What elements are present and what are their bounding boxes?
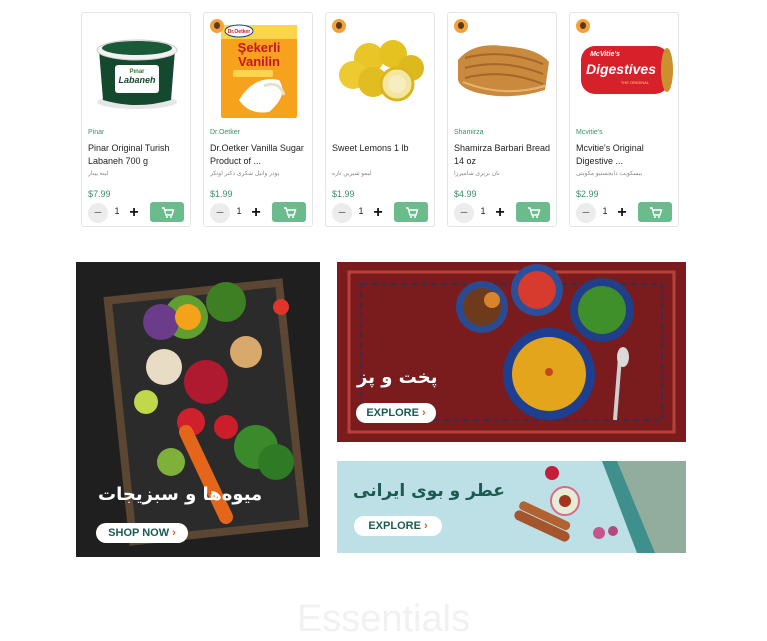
cart-icon	[162, 207, 175, 218]
digestive-image-sub: THE ORIGINAL	[621, 80, 650, 85]
plus-icon[interactable]: +	[368, 203, 388, 223]
plus-icon[interactable]: +	[124, 203, 144, 223]
quantity-value: 1	[480, 206, 486, 216]
quantity-value: 1	[602, 206, 608, 216]
minus-icon[interactable]: −	[210, 203, 230, 223]
digestive-image-label: Digestives	[586, 61, 656, 77]
cart-icon	[406, 207, 419, 218]
product-price: $7.99	[88, 189, 111, 199]
plus-icon[interactable]: +	[246, 203, 266, 223]
product-brand[interactable]: Pinar	[88, 129, 104, 136]
quantity-value: 1	[358, 206, 364, 216]
product-name-fa: نان بربری شامیرزا	[454, 171, 500, 177]
add-to-cart-button[interactable]	[394, 202, 428, 222]
product-image-digestive[interactable]: McVitie's Digestives THE ORIGINAL	[575, 20, 675, 120]
product-image-vanilla-sugar[interactable]: Dr.Oetker Şekerli Vanilin	[209, 20, 309, 120]
explore-button-spices[interactable]: EXPLORE ›	[354, 516, 442, 536]
product-name[interactable]: Dr.Oetker Vanilla Sugar Product of ...	[210, 142, 310, 168]
vendor-avatar	[576, 19, 590, 33]
labaneh-image-text: Labaneh	[118, 75, 156, 85]
add-to-cart-button[interactable]	[516, 202, 550, 222]
shop-now-label: SHOP NOW	[108, 527, 170, 539]
product-price: $1.99	[332, 189, 355, 199]
section-heading-essentials: Essentials	[296, 598, 471, 640]
product-price: $1.99	[210, 189, 233, 199]
product-name[interactable]: Sweet Lemons 1 lb	[332, 142, 432, 168]
product-price: $4.99	[454, 189, 477, 199]
banner-cooking-title: پخت و پز	[357, 367, 438, 388]
add-to-cart-button[interactable]	[272, 202, 306, 222]
product-image-labaneh[interactable]: Labaneh Pınar	[87, 20, 187, 120]
minus-icon[interactable]: −	[454, 203, 474, 223]
product-image-sweet-lemons[interactable]	[331, 20, 431, 120]
quantity-value: 1	[236, 206, 242, 216]
banner-spices[interactable]: عطر و بوی ایرانی EXPLORE ›	[337, 461, 686, 553]
banner-fruits-title: میوه‌ها و سبزیجات	[98, 484, 263, 505]
banner-cooking[interactable]: پخت و پز EXPLORE ›	[337, 262, 686, 442]
product-name-fa: بیسکویت دایجستیو مکویتی	[576, 171, 643, 177]
product-price: $2.99	[576, 189, 599, 199]
product-card[interactable]: Sweet Lemons 1 lb لیمو شیرین تازه $1.99 …	[325, 12, 435, 227]
vendor-avatar	[332, 19, 346, 33]
cart-icon	[528, 207, 541, 218]
product-name-fa: لیمو شیرین تازه	[332, 171, 372, 177]
banner-fruits-vegetables[interactable]: میوه‌ها و سبزیجات SHOP NOW ›	[76, 262, 320, 557]
add-to-cart-button[interactable]	[638, 202, 672, 222]
chevron-right-icon: ›	[423, 520, 428, 532]
minus-icon[interactable]: −	[576, 203, 596, 223]
add-to-cart-button[interactable]	[150, 202, 184, 222]
product-card[interactable]: McVitie's Digestives THE ORIGINAL Mcviti…	[569, 12, 679, 227]
product-name-fa: لبنه پینار	[88, 171, 109, 177]
chevron-right-icon: ›	[421, 407, 426, 419]
product-card[interactable]: Labaneh Pınar Pinar Pinar Original Turis…	[81, 12, 191, 227]
product-card[interactable]: Dr.Oetker Şekerli Vanilin Dr.Oetker Dr.O…	[203, 12, 313, 227]
product-name[interactable]: Mcvitie's Original Digestive ...	[576, 142, 676, 168]
product-name[interactable]: Shamirza Barbari Bread 14 oz	[454, 142, 554, 168]
quantity-value: 1	[114, 206, 120, 216]
product-brand[interactable]: Dr.Oetker	[210, 129, 240, 136]
vendor-avatar	[454, 19, 468, 33]
product-name-fa: پودر وانیل شکری دکتر اوتکر	[210, 171, 280, 177]
oetker-image-line2: Vanilin	[238, 54, 280, 69]
banner-fruits-image	[76, 262, 320, 557]
plus-icon[interactable]: +	[490, 203, 510, 223]
explore-label: EXPLORE	[366, 407, 419, 419]
oetker-image-line1: Şekerli	[238, 40, 281, 55]
cart-icon	[284, 207, 297, 218]
product-brand[interactable]: Mcvitie's	[576, 129, 603, 136]
product-image-barbari-bread[interactable]	[453, 20, 553, 120]
product-name[interactable]: Pinar Original Turish Labaneh 700 g	[88, 142, 188, 168]
chevron-right-icon: ›	[172, 527, 176, 539]
product-brand[interactable]: Shamirza	[454, 129, 484, 136]
digestive-image-brand: McVitie's	[590, 51, 620, 58]
product-card[interactable]: Shamirza Shamirza Barbari Bread 14 oz نا…	[447, 12, 557, 227]
explore-button-cooking[interactable]: EXPLORE ›	[356, 403, 436, 423]
labaneh-brand-text: Pınar	[129, 69, 145, 75]
minus-icon[interactable]: −	[88, 203, 108, 223]
oetker-image-brand: Dr.Oetker	[228, 29, 251, 35]
explore-label: EXPLORE	[368, 520, 421, 532]
shop-now-button[interactable]: SHOP NOW ›	[96, 523, 188, 543]
banner-spices-image	[337, 461, 686, 553]
banner-spices-title: عطر و بوی ایرانی	[353, 481, 505, 501]
minus-icon[interactable]: −	[332, 203, 352, 223]
cart-icon	[650, 207, 663, 218]
product-carousel: Labaneh Pınar Pinar Pinar Original Turis…	[81, 12, 681, 229]
vendor-avatar	[210, 19, 224, 33]
plus-icon[interactable]: +	[612, 203, 632, 223]
